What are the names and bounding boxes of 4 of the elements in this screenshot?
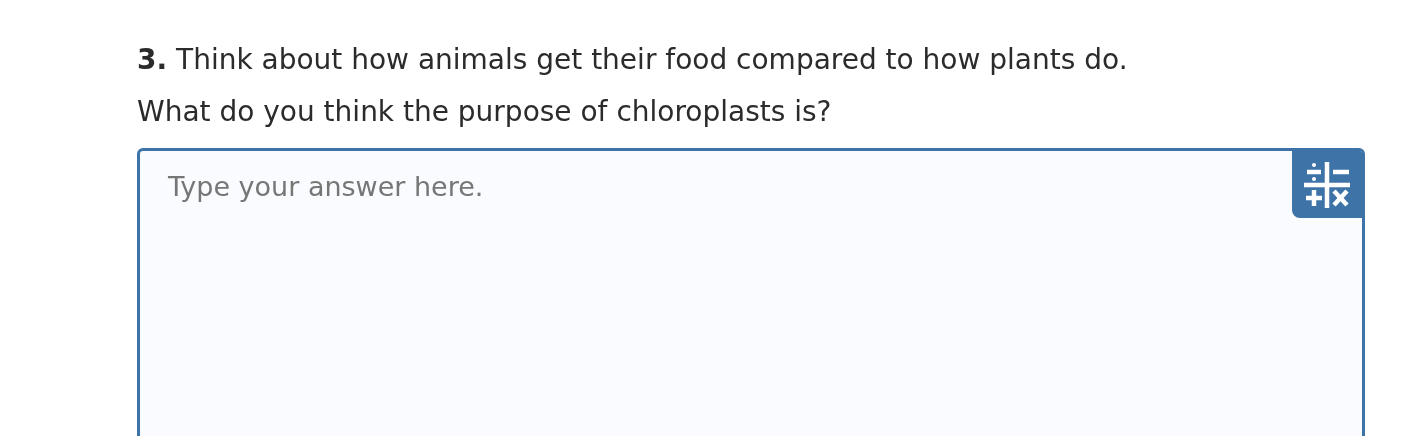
answer-field[interactable]: Type your answer here. [137, 148, 1365, 436]
math-keyboard-button[interactable] [1292, 151, 1362, 218]
math-symbols-icon [1302, 159, 1352, 210]
question-text: 3. Think about how animals get their food compared to how plants do. What do you think the purpose of chloroplasts is? [137, 42, 1129, 130]
